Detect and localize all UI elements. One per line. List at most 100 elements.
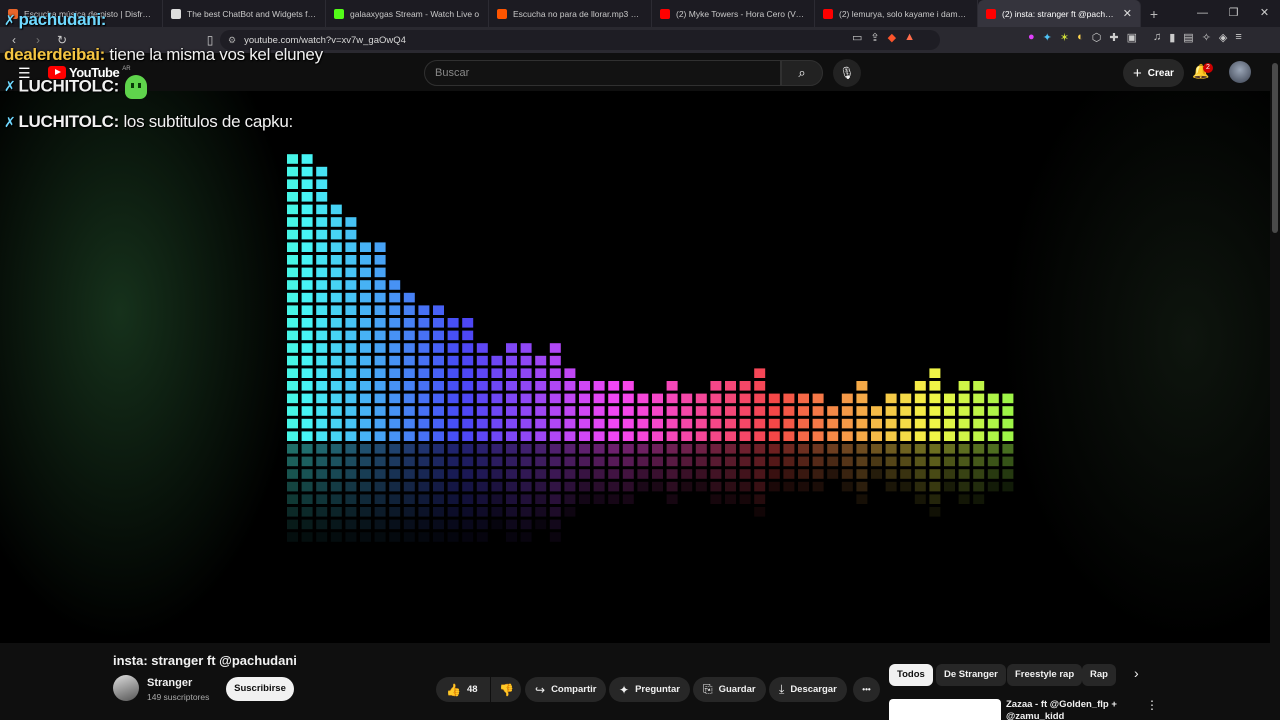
sidebar-icon[interactable]: ▮ [1169, 31, 1175, 49]
visualizer-reflection [929, 494, 941, 504]
visualizer-reflection [360, 532, 371, 542]
rewards-icon[interactable]: ▲ [904, 31, 915, 49]
save-button[interactable]: ⎘ Guardar [693, 677, 766, 702]
browser-menu-icon[interactable]: ≡ [1235, 31, 1241, 49]
scrollbar-thumb[interactable] [1272, 63, 1278, 233]
share-page-icon[interactable]: ⇪ [870, 31, 879, 49]
visualizer-segment [622, 381, 634, 391]
share-button[interactable]: ↪ Compartir [525, 677, 607, 702]
url-field[interactable]: ⚙ youtube.com/watch?v=xv7w_gaOwQ4 [220, 30, 940, 50]
visualizer-segment [885, 418, 897, 429]
visualizer-reflection [929, 507, 941, 517]
visualizer-segment [476, 406, 488, 416]
visualizer-segment [856, 406, 868, 416]
new-tab-button[interactable]: + [1141, 6, 1167, 22]
more-icon: ••• [862, 685, 871, 694]
download-button[interactable]: ⤓ Descargar [769, 677, 847, 702]
visualizer-reflection [608, 456, 620, 467]
video-player[interactable] [0, 91, 1270, 643]
extension-2-icon[interactable]: ✦ [1043, 31, 1052, 49]
extension-4-icon[interactable]: ◐ [1077, 31, 1084, 49]
brave-shield-icon[interactable]: ◆ [888, 31, 896, 49]
chip-scroll-right-icon[interactable]: › [1134, 665, 1139, 681]
site-info-icon[interactable]: ⚙ [228, 35, 236, 46]
vpn-icon[interactable]: ◈ [1219, 31, 1227, 49]
visualizer-reflection [506, 507, 517, 517]
browser-tab[interactable]: Escucha no para de llorar.mp3 de pa [489, 0, 652, 27]
dislike-button[interactable]: 👎 [491, 677, 521, 702]
cast-icon[interactable]: ▭ [852, 31, 862, 49]
music-icon[interactable]: ♫ [1153, 31, 1161, 49]
visualizer-segment [287, 204, 298, 215]
search-button[interactable]: ⌕ [781, 60, 823, 86]
chip-freestyle-rap[interactable]: Freestyle rap [1007, 664, 1083, 686]
visualizer-reflection [827, 456, 839, 467]
account-avatar[interactable] [1229, 61, 1251, 83]
visualizer-segment [958, 406, 970, 416]
extension-1-icon[interactable]: ● [1028, 31, 1035, 49]
visualizer-segment [958, 431, 970, 441]
visualizer-segment [287, 318, 298, 328]
visualizer-reflection [433, 481, 444, 492]
visualizer-reflection [973, 456, 985, 467]
extension-5-icon[interactable]: ⬡ [1092, 31, 1102, 49]
extensions-icon[interactable]: ✚ [1109, 31, 1118, 49]
search-input[interactable]: Buscar [424, 60, 781, 86]
browser-tab[interactable]: (2) Myke Towers - Hora Cero (Video [652, 0, 815, 27]
visualizer-reflection [301, 532, 313, 542]
chip-rap[interactable]: Rap [1082, 664, 1116, 686]
visualizer-reflection [944, 456, 955, 467]
leo-icon[interactable]: ✧ [1202, 31, 1211, 49]
voice-search-button[interactable]: 🎙 [833, 59, 861, 87]
visualizer-segment [476, 381, 488, 391]
wallet-icon[interactable]: ▤ [1183, 31, 1193, 49]
visualizer-segment [914, 431, 926, 441]
visualizer-segment [301, 368, 313, 378]
visualizer-segment [360, 368, 371, 378]
visualizer-segment [856, 381, 868, 391]
channel-name[interactable]: Stranger [147, 677, 192, 689]
create-button[interactable]: + Crear [1123, 59, 1184, 87]
channel-avatar[interactable] [113, 675, 139, 701]
visualizer-reflection [637, 469, 649, 479]
visualizer-segment [316, 217, 328, 227]
page-scrollbar[interactable] [1270, 53, 1280, 720]
close-window-icon[interactable]: ✕ [1249, 0, 1280, 27]
visualizer-segment [418, 318, 430, 328]
visualizer-segment [330, 280, 342, 290]
visualizer-segment [287, 292, 298, 303]
recommendation-title[interactable]: Zazaa - ft @Golden_flp + @zamu_kidd [1006, 699, 1126, 720]
browser-tab[interactable]: (2) lemurya, solo kayame i dame un [815, 0, 978, 27]
close-tab-icon[interactable]: ✕ [1123, 7, 1132, 20]
tab-favicon-icon [823, 8, 833, 19]
visualizer-reflection [564, 507, 576, 517]
visualizer-segment [520, 418, 532, 429]
visualizer-reflection [973, 481, 985, 492]
visualizer-segment [900, 393, 912, 404]
visualizer-segment [360, 381, 371, 391]
recommendation-thumbnail[interactable] [889, 699, 1001, 720]
chip-de-stranger[interactable]: De Stranger [936, 664, 1006, 686]
browser-tab[interactable]: galaaxygas Stream - Watch Live o [326, 0, 489, 27]
visualizer-segment [418, 355, 430, 366]
visualizer-reflection [345, 494, 357, 504]
screenshot-icon[interactable]: ▣ [1127, 31, 1137, 49]
visualizer-segment [652, 418, 663, 429]
chip-todos[interactable]: Todos [889, 664, 933, 686]
subscribe-button[interactable]: Suscribirse [226, 677, 294, 701]
browser-tab[interactable]: The best ChatBot and Widgets for Ki [163, 0, 326, 27]
sword-badge-icon: ✗ [4, 78, 16, 95]
maximize-icon[interactable]: ❐ [1218, 0, 1249, 27]
recommendation-menu-icon[interactable]: ⋮ [1146, 698, 1158, 712]
extension-3-icon[interactable]: ✶ [1060, 31, 1069, 49]
browser-tab[interactable]: (2) insta: stranger ft @pachudan ✕ [978, 0, 1141, 27]
visualizer-segment [535, 368, 547, 378]
visualizer-segment [783, 393, 795, 404]
visualizer-segment [637, 406, 649, 416]
visualizer-reflection [754, 456, 766, 467]
visualizer-segment [739, 393, 751, 404]
more-actions-button[interactable]: ••• [853, 677, 880, 702]
minimize-icon[interactable]: — [1187, 0, 1218, 27]
like-button[interactable]: 👍 48 [436, 677, 490, 702]
ask-button[interactable]: ✦ Preguntar [609, 677, 690, 702]
